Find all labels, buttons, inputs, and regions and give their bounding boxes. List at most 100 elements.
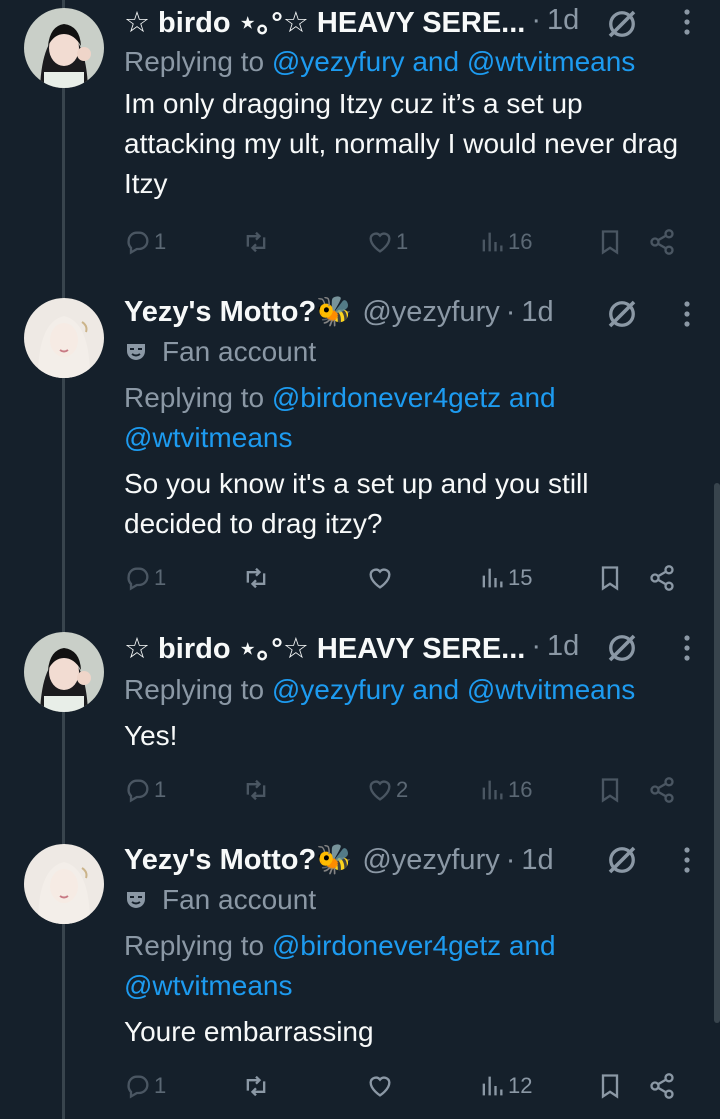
- reply-count: 1: [154, 229, 167, 254]
- share-button[interactable]: [648, 776, 676, 804]
- avatar[interactable]: [24, 298, 104, 378]
- retweet-button[interactable]: [242, 228, 270, 256]
- reply-count: 1: [154, 1073, 167, 1098]
- mention-link[interactable]: @yezyfury: [272, 674, 405, 705]
- views-button[interactable]: 15: [478, 564, 532, 592]
- mention-and: and: [508, 382, 556, 413]
- bookmark-icon: [601, 230, 619, 255]
- mention-and: and: [412, 46, 460, 77]
- reply-button[interactable]: 1: [124, 564, 166, 592]
- like-count: 1: [396, 229, 409, 254]
- action-bar: 1 1 16: [124, 222, 684, 262]
- mention-link[interactable]: @birdonever4getz: [272, 382, 501, 413]
- scrollbar[interactable]: [714, 483, 720, 1023]
- view-count: 12: [508, 1073, 533, 1098]
- more-icon[interactable]: [682, 4, 692, 40]
- display-name[interactable]: Yezy's Motto?🐝: [124, 295, 352, 329]
- bookmark-button[interactable]: [596, 776, 624, 804]
- retweet-icon: [246, 1075, 266, 1097]
- timestamp[interactable]: 1d: [547, 4, 579, 37]
- display-name[interactable]: ☆ birdo ⋆｡°☆ HEAVY SERE...: [124, 625, 525, 667]
- reply-icon: [127, 1075, 149, 1099]
- replying-to-label: Replying to: [124, 46, 265, 77]
- avatar[interactable]: [24, 8, 104, 88]
- separator-dot: ·: [505, 295, 516, 328]
- action-bar: 1 15: [124, 558, 684, 598]
- grok-icon[interactable]: [604, 296, 640, 332]
- more-icon[interactable]: [682, 842, 692, 878]
- bookmark-button[interactable]: [596, 228, 624, 256]
- tweet[interactable]: ☆ birdo ⋆｡°☆ HEAVY SERE... · 1d Replying…: [0, 626, 720, 826]
- display-name[interactable]: Yezy's Motto?🐝: [124, 843, 352, 877]
- display-name[interactable]: ☆ birdo ⋆｡°☆ HEAVY SERE...: [124, 0, 525, 41]
- replying-to: Replying to @yezyfury and @wtvitmeans: [124, 42, 700, 82]
- user-handle[interactable]: @yezyfury: [362, 296, 499, 329]
- bookmark-button[interactable]: [596, 1072, 624, 1100]
- like-button[interactable]: 2: [366, 776, 408, 804]
- mention-link[interactable]: @birdonever4getz: [272, 930, 501, 961]
- reply-count: 1: [154, 777, 167, 802]
- views-button[interactable]: 16: [478, 228, 532, 256]
- action-bar: 1 2 16: [124, 770, 684, 810]
- reply-button[interactable]: 1: [124, 1072, 166, 1100]
- tweet[interactable]: Yezy's Motto?🐝 @yezyfury · 1d Fan accoun…: [0, 292, 720, 618]
- tweet[interactable]: Yezy's Motto?🐝 @yezyfury · 1d Fan accoun…: [0, 840, 720, 1119]
- tweet-text: So you know it's a set up and you still …: [124, 468, 589, 539]
- mention-link[interactable]: @yezyfury: [272, 46, 405, 77]
- replying-to: Replying to @birdonever4getz and @wtvitm…: [124, 378, 684, 458]
- share-icon: [650, 229, 674, 255]
- tweet[interactable]: ☆ birdo ⋆｡°☆ HEAVY SERE... · 1d Replying…: [0, 0, 720, 280]
- fan-mask-icon: [127, 892, 145, 908]
- share-button[interactable]: [648, 1072, 676, 1100]
- retweet-button[interactable]: [242, 1072, 270, 1100]
- share-button[interactable]: [648, 564, 676, 592]
- grok-icon[interactable]: [604, 6, 640, 42]
- bookmark-button[interactable]: [596, 564, 624, 592]
- tweet-text: Im only dragging Itzy cuz it’s a set up …: [124, 88, 679, 199]
- views-icon: [482, 232, 503, 252]
- retweet-icon: [246, 779, 266, 801]
- reply-count: 1: [154, 565, 167, 590]
- like-button[interactable]: [366, 1072, 394, 1100]
- tweet-text: Yes!: [124, 720, 178, 751]
- avatar[interactable]: [24, 632, 104, 712]
- bookmark-icon: [601, 566, 619, 591]
- reply-icon: [127, 231, 149, 255]
- mention-link[interactable]: @wtvitmeans: [124, 422, 292, 453]
- separator-dot: ·: [531, 3, 542, 36]
- timestamp[interactable]: 1d: [547, 630, 579, 663]
- share-button[interactable]: [648, 228, 676, 256]
- like-icon: [369, 1076, 391, 1097]
- user-handle[interactable]: @yezyfury: [362, 844, 499, 877]
- grok-icon[interactable]: [604, 842, 640, 878]
- fan-account-label: Fan account: [124, 880, 700, 920]
- reply-icon: [127, 567, 149, 591]
- views-icon: [482, 1076, 503, 1096]
- like-icon: [369, 780, 391, 801]
- mention-link[interactable]: @wtvitmeans: [467, 46, 635, 77]
- timestamp[interactable]: 1d: [521, 844, 553, 877]
- timestamp[interactable]: 1d: [521, 296, 553, 329]
- separator-dot: ·: [531, 629, 542, 662]
- reply-button[interactable]: 1: [124, 776, 166, 804]
- replying-to: Replying to @birdonever4getz and @wtvitm…: [124, 926, 684, 1006]
- views-icon: [482, 780, 503, 800]
- bookmark-icon: [601, 1074, 619, 1099]
- replying-to-label: Replying to: [124, 382, 265, 413]
- retweet-button[interactable]: [242, 776, 270, 804]
- fan-mask-icon: [127, 344, 145, 360]
- views-button[interactable]: 12: [478, 1072, 532, 1100]
- mention-link[interactable]: @wtvitmeans: [124, 970, 292, 1001]
- like-button[interactable]: 1: [366, 228, 408, 256]
- mention-link[interactable]: @wtvitmeans: [467, 674, 635, 705]
- like-button[interactable]: [366, 564, 394, 592]
- reply-button[interactable]: 1: [124, 228, 166, 256]
- share-icon: [650, 777, 674, 803]
- grok-icon[interactable]: [604, 630, 640, 666]
- avatar[interactable]: [24, 844, 104, 924]
- views-button[interactable]: 16: [478, 776, 532, 804]
- more-icon[interactable]: [682, 630, 692, 666]
- retweet-button[interactable]: [242, 564, 270, 592]
- retweet-icon: [246, 567, 266, 589]
- more-icon[interactable]: [682, 296, 692, 332]
